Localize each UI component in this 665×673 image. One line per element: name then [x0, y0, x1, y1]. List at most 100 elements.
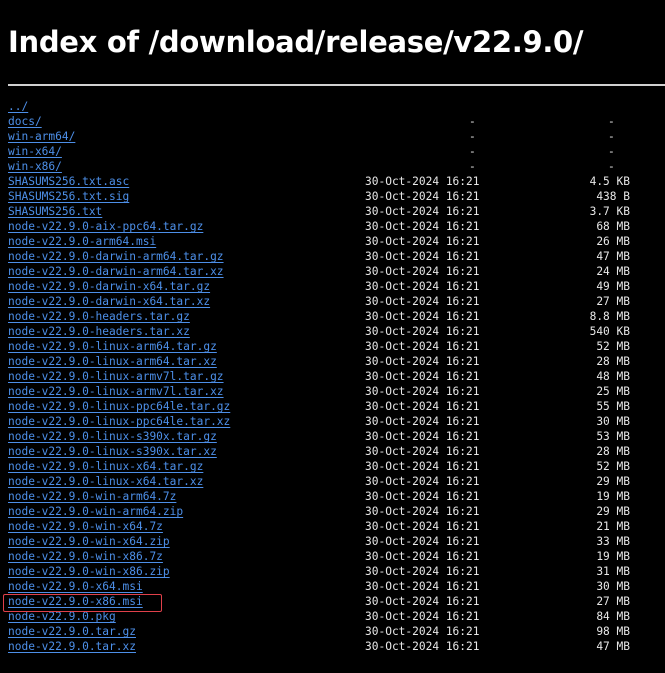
file-size: 98 MB	[596, 625, 630, 638]
file-date: 30-Oct-2024 16:21	[365, 265, 480, 278]
file-size: 84 MB	[596, 610, 630, 623]
file-size: -	[608, 130, 615, 143]
file-link[interactable]: node-v22.9.0-linux-s390x.tar.gz	[8, 430, 217, 443]
file-link[interactable]: node-v22.9.0.pkg	[8, 610, 116, 623]
file-row: node-v22.9.0-win-x86.zip 30-Oct-2024 16:2…	[8, 564, 638, 579]
file-size: -	[608, 160, 615, 173]
file-link[interactable]: node-v22.9.0.tar.xz	[8, 640, 136, 653]
file-link[interactable]: ../	[8, 100, 28, 113]
file-size: 48 MB	[596, 370, 630, 383]
page-title: Index of /download/release/v22.9.0/	[8, 25, 584, 59]
file-size: 25 MB	[596, 385, 630, 398]
file-size: 33 MB	[596, 535, 630, 548]
file-size: 49 MB	[596, 280, 630, 293]
file-date: 30-Oct-2024 16:21	[365, 310, 480, 323]
file-size: 3.7 KB	[589, 205, 630, 218]
file-date: -	[469, 115, 476, 128]
file-date: 30-Oct-2024 16:21	[365, 385, 480, 398]
file-link[interactable]: node-v22.9.0-headers.tar.xz	[8, 325, 190, 338]
file-link[interactable]: SHASUMS256.txt.sig	[8, 190, 129, 203]
file-link[interactable]: node-v22.9.0-aix-ppc64.tar.gz	[8, 220, 203, 233]
file-row: node-v22.9.0-linux-armv7l.tar.gz 30-Oct-2…	[8, 369, 638, 384]
file-size: 21 MB	[596, 520, 630, 533]
file-size: 438 B	[596, 190, 630, 203]
file-row: node-v22.9.0-linux-x64.tar.xz 30-Oct-2024…	[8, 474, 638, 489]
file-row: node-v22.9.0-headers.tar.gz 30-Oct-2024 1…	[8, 309, 638, 324]
file-date: 30-Oct-2024 16:21	[365, 580, 480, 593]
file-size: 4.5 KB	[589, 175, 630, 188]
file-link[interactable]: node-v22.9.0-win-arm64.zip	[8, 505, 183, 518]
file-link[interactable]: node-v22.9.0-win-x64.zip	[8, 535, 170, 548]
file-link[interactable]: node-v22.9.0-x64.msi	[8, 580, 143, 593]
file-link[interactable]: node-v22.9.0-win-x86.zip	[8, 565, 170, 578]
file-link[interactable]: node-v22.9.0-arm64.msi	[8, 235, 156, 248]
file-link[interactable]: win-x86/	[8, 160, 62, 173]
file-link[interactable]: node-v22.9.0-win-x86.7z	[8, 550, 163, 563]
file-date: 30-Oct-2024 16:21	[365, 640, 480, 653]
file-link[interactable]: SHASUMS256.txt.asc	[8, 175, 129, 188]
file-size: 30 MB	[596, 580, 630, 593]
file-date: 30-Oct-2024 16:21	[365, 415, 480, 428]
file-link[interactable]: win-x64/	[8, 145, 62, 158]
file-link[interactable]: node-v22.9.0.tar.gz	[8, 625, 136, 638]
file-link[interactable]: node-v22.9.0-linux-ppc64le.tar.gz	[8, 400, 230, 413]
file-link[interactable]: SHASUMS256.txt	[8, 205, 102, 218]
file-date: 30-Oct-2024 16:21	[365, 475, 480, 488]
file-link[interactable]: node-v22.9.0-darwin-arm64.tar.xz	[8, 265, 224, 278]
file-link[interactable]: node-v22.9.0-headers.tar.gz	[8, 310, 190, 323]
file-link[interactable]: node-v22.9.0-linux-x64.tar.xz	[8, 475, 203, 488]
file-date: 30-Oct-2024 16:21	[365, 595, 480, 608]
file-row: node-v22.9.0-win-arm64.zip 30-Oct-2024 16…	[8, 504, 638, 519]
file-row: node-v22.9.0-win-x64.7z 30-Oct-2024 16:21…	[8, 519, 638, 534]
file-size: 29 MB	[596, 505, 630, 518]
file-link[interactable]: node-v22.9.0-darwin-x64.tar.gz	[8, 280, 210, 293]
file-row: node-v22.9.0-linux-s390x.tar.xz 30-Oct-20…	[8, 444, 638, 459]
file-size: 28 MB	[596, 445, 630, 458]
file-link[interactable]: node-v22.9.0-linux-arm64.tar.gz	[8, 340, 217, 353]
file-row: node-v22.9.0-x86.msi 30-Oct-2024 16:21 27 …	[8, 594, 638, 609]
file-date: 30-Oct-2024 16:21	[365, 505, 480, 518]
file-row: node-v22.9.0-aix-ppc64.tar.gz 30-Oct-2024…	[8, 219, 638, 234]
file-link[interactable]: node-v22.9.0-linux-ppc64le.tar.xz	[8, 415, 230, 428]
file-row: node-v22.9.0-darwin-x64.tar.gz 30-Oct-202…	[8, 279, 638, 294]
file-date: 30-Oct-2024 16:21	[365, 295, 480, 308]
file-row: ../	[8, 99, 638, 114]
file-link[interactable]: node-v22.9.0-linux-arm64.tar.xz	[8, 355, 217, 368]
file-date: 30-Oct-2024 16:21	[365, 205, 480, 218]
file-link[interactable]: docs/	[8, 115, 42, 128]
file-date: -	[469, 145, 476, 158]
file-size: 53 MB	[596, 430, 630, 443]
file-row: win-x64/ - -	[8, 144, 638, 159]
file-date: 30-Oct-2024 16:21	[365, 520, 480, 533]
file-link[interactable]: node-v22.9.0-win-arm64.7z	[8, 490, 176, 503]
file-row: node-v22.9.0.tar.gz 30-Oct-2024 16:21 98 M…	[8, 624, 638, 639]
file-row: docs/ - -	[8, 114, 638, 129]
file-link[interactable]: node-v22.9.0-linux-armv7l.tar.gz	[8, 370, 224, 383]
file-size: 29 MB	[596, 475, 630, 488]
file-row: node-v22.9.0-win-x64.zip 30-Oct-2024 16:2…	[8, 534, 638, 549]
file-date: 30-Oct-2024 16:21	[365, 175, 480, 188]
file-link[interactable]: win-arm64/	[8, 130, 75, 143]
file-date: -	[469, 160, 476, 173]
file-date: 30-Oct-2024 16:21	[365, 280, 480, 293]
file-link[interactable]: node-v22.9.0-x86.msi	[8, 595, 143, 608]
file-row: win-arm64/ - -	[8, 129, 638, 144]
file-link[interactable]: node-v22.9.0-linux-armv7l.tar.xz	[8, 385, 224, 398]
file-size: 47 MB	[596, 250, 630, 263]
file-date: 30-Oct-2024 16:21	[365, 370, 480, 383]
file-size: 31 MB	[596, 565, 630, 578]
file-link[interactable]: node-v22.9.0-win-x64.7z	[8, 520, 163, 533]
file-link[interactable]: node-v22.9.0-darwin-arm64.tar.gz	[8, 250, 224, 263]
file-size: -	[608, 145, 615, 158]
file-size: 27 MB	[596, 595, 630, 608]
file-date: 30-Oct-2024 16:21	[365, 430, 480, 443]
file-link[interactable]: node-v22.9.0-linux-s390x.tar.xz	[8, 445, 217, 458]
file-size: 68 MB	[596, 220, 630, 233]
file-size: 27 MB	[596, 295, 630, 308]
file-link[interactable]: node-v22.9.0-darwin-x64.tar.xz	[8, 295, 210, 308]
file-date: 30-Oct-2024 16:21	[365, 460, 480, 473]
file-size: 52 MB	[596, 340, 630, 353]
file-date: 30-Oct-2024 16:21	[365, 220, 480, 233]
file-link[interactable]: node-v22.9.0-linux-x64.tar.gz	[8, 460, 203, 473]
file-listing: ../ docs/ - - win-arm64/ - - win-x64/ - - win-x86/…	[8, 99, 638, 654]
